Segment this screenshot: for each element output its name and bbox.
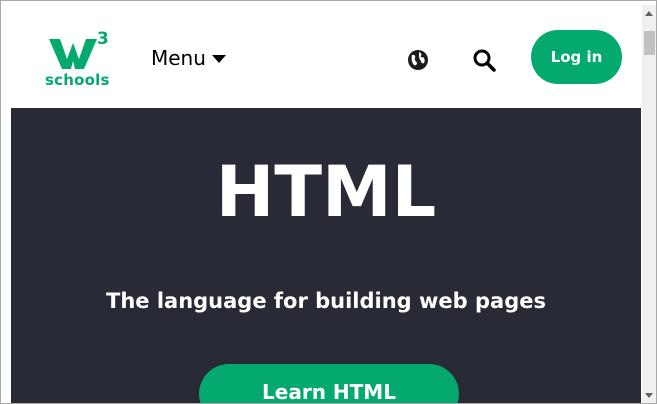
scroll-down-arrow-icon[interactable] xyxy=(645,393,653,398)
caret-down-icon xyxy=(211,55,226,63)
logo-text: schools xyxy=(45,71,110,89)
hero-title: HTML xyxy=(215,151,437,233)
w3schools-logo[interactable]: 3 schools xyxy=(45,29,113,91)
menu-label: Menu xyxy=(151,46,206,70)
scroll-up-arrow-icon[interactable] xyxy=(645,11,653,16)
menu-button[interactable]: Menu xyxy=(151,45,226,71)
hero-section: HTML The language for building web pages… xyxy=(11,108,641,403)
globe-icon xyxy=(408,50,428,70)
learn-html-button[interactable]: Learn HTML xyxy=(199,364,459,403)
language-button[interactable] xyxy=(407,49,429,71)
scroll-thumb[interactable] xyxy=(644,31,655,55)
search-button[interactable] xyxy=(472,48,496,72)
top-navbar: 3 schools Menu Log in xyxy=(11,5,641,108)
page-viewport: 3 schools Menu Log in HTML The language … xyxy=(11,5,641,403)
browser-window: 3 schools Menu Log in HTML The language … xyxy=(0,0,657,404)
search-icon xyxy=(473,49,496,72)
w3schools-logo-icon xyxy=(49,39,97,69)
vertical-scrollbar[interactable] xyxy=(642,5,656,403)
login-button[interactable]: Log in xyxy=(531,30,622,84)
logo-superscript: 3 xyxy=(97,29,109,49)
hero-subtitle: The language for building web pages xyxy=(106,289,546,313)
